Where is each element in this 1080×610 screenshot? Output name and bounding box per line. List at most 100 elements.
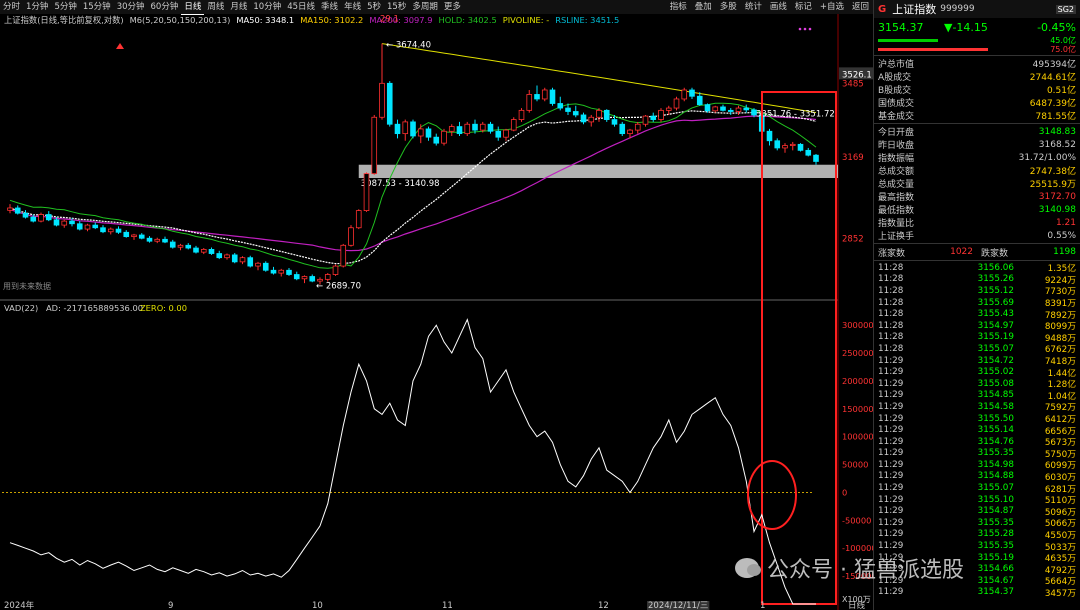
tick-price: 3155.28 (977, 529, 1014, 540)
toolbar-action[interactable]: 多股 (716, 0, 741, 14)
candle-body (162, 238, 168, 243)
stat-row: 最低指数 3140.98 (874, 203, 1080, 217)
candle-body (557, 103, 564, 109)
toolbar-action[interactable]: 画线 (766, 0, 791, 14)
candle-body (84, 224, 91, 230)
period-tab[interactable]: 月线 (227, 0, 250, 15)
period-tabs: 分时 1分钟 5分钟 15分钟 30分钟 60分钟 日线 周线 月线 10分钟 45日线 季线 年线 5秒… (0, 0, 464, 15)
index-code: 999999 (940, 4, 975, 14)
candle-body (766, 130, 773, 142)
tick-row: 11:28 3155.43 7892万 (874, 308, 1080, 321)
period-tab[interactable]: 多周期 (409, 0, 441, 15)
level-badge: SG2 (1055, 4, 1076, 14)
stat-value: 0.51亿 (1046, 86, 1076, 96)
stat-row: 最高指数 3172.70 (874, 190, 1080, 204)
period-tab[interactable]: 10分钟 (250, 0, 284, 15)
toolbar-action[interactable]: 标记 (791, 0, 816, 14)
candle-body (200, 249, 207, 253)
info-info_ma150: MA150: 3102.2 (300, 15, 363, 25)
sub-axis-label: 50000 (842, 460, 868, 470)
toolbar-action[interactable]: 指标 (666, 0, 691, 14)
nodata-label: 用到未来数据 (3, 281, 51, 291)
tick-time: 11:28 (878, 285, 904, 296)
period-tab[interactable]: 季线 (318, 0, 341, 15)
stat-row: 总成交量 25515.9万 (874, 177, 1080, 190)
tick-row: 11:29 3155.10 5110万 (874, 494, 1080, 507)
period-tab[interactable]: 日线 (181, 0, 205, 15)
tick-price: 3154.97 (977, 320, 1014, 331)
period-tab[interactable]: 5分钟 (51, 0, 79, 15)
tick-row: 11:29 3154.37 3457万 (874, 587, 1080, 599)
market-stats: 沪总市值 495394亿 A股成交 2744.61亿 B股成交 0.51亿 国债成交 6487… (874, 57, 1080, 122)
period-tab[interactable]: 更多 (441, 0, 464, 15)
candle-body (386, 82, 393, 125)
sub-axis-label: 100000 (842, 432, 873, 442)
toolbar-action[interactable]: 返回 (848, 0, 873, 14)
toolbar-action[interactable]: +自选 (816, 0, 848, 14)
toolbar-action[interactable]: 统计 (741, 0, 766, 14)
marker-dot (803, 27, 807, 31)
period-tab[interactable]: 1分钟 (23, 0, 51, 15)
candle-body (526, 94, 533, 111)
toolbar-action[interactable]: 叠加 (691, 0, 716, 14)
watermark: 公众号 · 猛兽派选股 (735, 552, 964, 584)
tick-price: 3155.08 (977, 378, 1014, 389)
tick-time: 11:29 (878, 483, 904, 494)
candle-body (634, 123, 641, 131)
period-toolbar: 分时 1分钟 5分钟 15分钟 30分钟 60分钟 日线 周线 月线 10分钟 45日线 季线 年线 5秒… (0, 0, 873, 15)
info-info_m6: M6(5,20,50,150,200,13) (130, 15, 231, 25)
period-tab[interactable]: 周线 (204, 0, 227, 15)
candle-body (805, 149, 812, 156)
period-tab[interactable]: 15分钟 (80, 0, 114, 15)
down-label: 跌家数 (981, 248, 1009, 259)
period-tab[interactable]: 15秒 (384, 0, 409, 15)
stat-row: 总成交额 2747.38亿 (874, 164, 1080, 177)
tick-price: 3154.37 (977, 587, 1014, 598)
tick-time: 11:29 (878, 459, 904, 470)
tick-row: 11:29 3155.50 6412万 (874, 413, 1080, 426)
tick-price: 3154.85 (977, 390, 1014, 401)
candle-body (456, 126, 463, 135)
tick-list[interactable]: 11:28 3156.06 1.35亿 11:28 3155.26 9224万 11:28 3… (874, 262, 1080, 599)
sub-info-zero: ZERO: 0.00 (140, 303, 187, 313)
candle-body (503, 129, 509, 138)
last-price: 3154.37 (878, 20, 924, 34)
stat-label: 总成交量 (878, 180, 915, 190)
x-axis-label: 11 (442, 601, 453, 610)
tick-time: 11:28 (878, 274, 904, 285)
price-row: 3154.37 ▼-14.15 -0.45% (874, 18, 1080, 36)
candle-body (541, 89, 548, 100)
candle-body (782, 145, 788, 149)
down-bar-value: 75.0亿 (1050, 45, 1076, 54)
candle-body (38, 214, 44, 222)
tick-price: 3155.35 (977, 517, 1014, 528)
tick-row: 11:29 3154.58 7592万 (874, 401, 1080, 414)
tick-time: 11:29 (878, 425, 904, 436)
stat-value: 25515.9万 (1029, 180, 1076, 190)
badge: G (878, 3, 887, 15)
stat-label: 最高指数 (878, 193, 915, 203)
stat-label: 最低指数 (878, 206, 915, 216)
candle-body (627, 129, 633, 135)
candle-body (100, 227, 106, 233)
info-info_name: 上证指数(日线,等比前复权,对数) (4, 15, 124, 25)
candle-body (332, 265, 339, 275)
period-tab[interactable]: 30分钟 (114, 0, 148, 15)
period-tab[interactable]: 年线 (341, 0, 364, 15)
index-stats: 今日开盘 3148.83 昨日收盘 3168.52 指数振幅 31.72/1.00% 总成交… (874, 125, 1080, 243)
period-tab[interactable]: 5秒 (364, 0, 384, 15)
candle-body (138, 234, 145, 239)
candle-body (588, 116, 595, 123)
period-tab[interactable]: 60分钟 (148, 0, 182, 15)
tick-price: 3155.43 (977, 309, 1014, 320)
tick-price: 3155.10 (977, 494, 1014, 505)
candle-body (712, 106, 719, 112)
x-axis-label: 9 (168, 601, 173, 610)
tick-time: 11:29 (878, 413, 904, 424)
chart-area[interactable]: 上证指数(日线,等比前复权,对数) M6(5,20,50,150,200,13) M… (0, 14, 873, 610)
period-tab[interactable]: 45日线 (284, 0, 318, 15)
tick-time: 11:29 (878, 355, 904, 366)
candle-body (247, 257, 254, 267)
candle-body (433, 136, 440, 144)
period-tab[interactable]: 分时 (0, 0, 23, 15)
